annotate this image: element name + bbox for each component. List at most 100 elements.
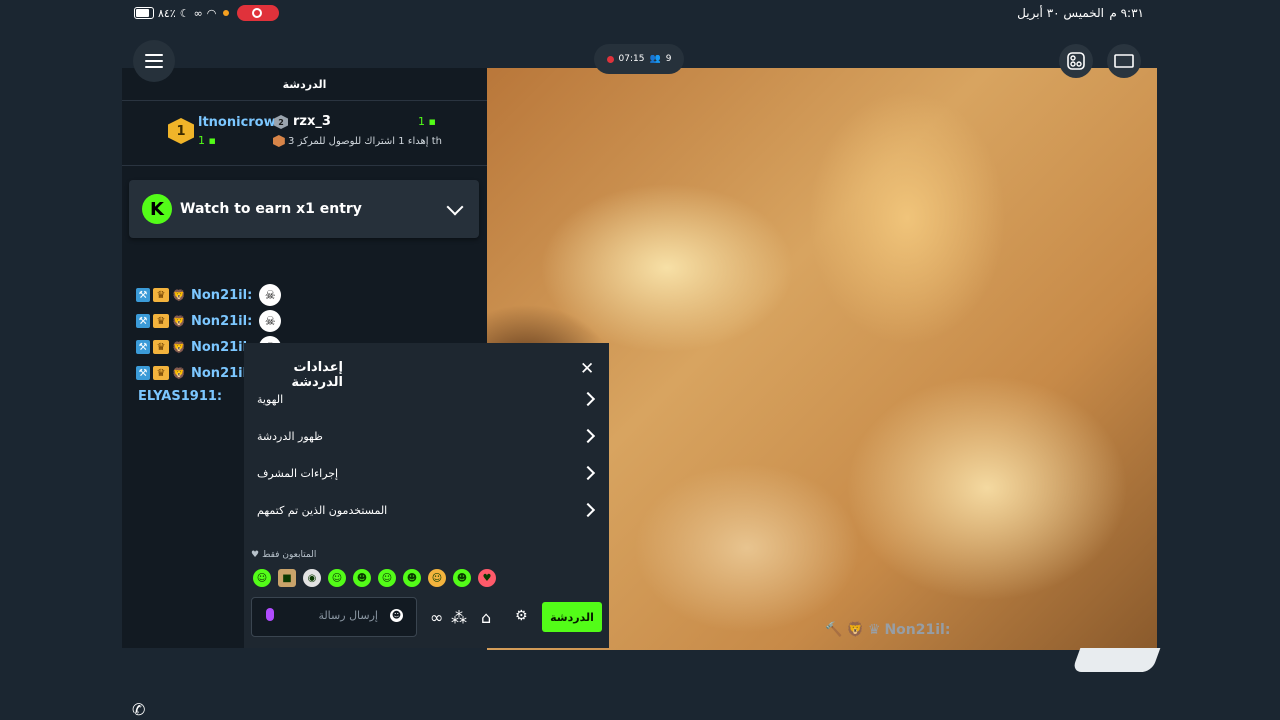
chat-message: ⚒ ♛ 🦁 Non21il: ☠ <box>136 308 476 334</box>
settings-item-muted-users[interactable]: المستخدمون الذين تم كتمهم <box>257 496 597 524</box>
sub-badge-icon: 🦁 <box>172 288 186 302</box>
leader-1-name[interactable]: ltnonicrow <box>198 115 276 130</box>
theater-mode-button[interactable] <box>1107 44 1141 78</box>
microphone-icon[interactable] <box>266 608 274 621</box>
emote-icon[interactable]: ☻ <box>403 569 421 587</box>
emote-icon[interactable]: ♥ <box>478 569 496 587</box>
mod-badge-icon: ⚒ <box>136 314 150 328</box>
settings-item-label: المستخدمون الذين تم كتمهم <box>257 503 388 517</box>
chevron-down-icon[interactable] <box>446 198 464 215</box>
recording-time: 07:15 <box>618 54 645 64</box>
emote-icon[interactable]: ☺ <box>328 569 346 587</box>
emoji-icon[interactable]: ☻ <box>390 609 403 622</box>
emote-icon[interactable]: ◉ <box>303 569 321 587</box>
crown-badge-icon: ♛ <box>153 366 169 380</box>
mod-badge-icon: ⚒ <box>136 366 150 380</box>
chevron-right-icon <box>580 502 596 518</box>
send-chat-button[interactable]: الدردشة <box>542 602 602 632</box>
sub-badge-icon: 🦁 <box>172 366 186 380</box>
emote-icon[interactable]: ☺ <box>378 569 396 587</box>
menu-button[interactable] <box>133 40 175 82</box>
emote-icon[interactable]: ☻ <box>453 569 471 587</box>
emote-icon[interactable]: ☺ <box>428 569 446 587</box>
close-icon[interactable]: ✕ <box>580 359 594 379</box>
viewer-count: 9 <box>665 54 672 64</box>
chat-overlay: 🔨 🦁 ♛ Non21il: <box>825 622 950 638</box>
crown-badge-icon: ♛ <box>153 288 169 302</box>
battery-icon <box>134 7 154 19</box>
privacy-dot-icon <box>223 10 230 16</box>
settings-item-chat-visibility[interactable]: ظهور الدردشة <box>257 422 597 450</box>
mod-badge-icon: 🔨 <box>825 622 843 638</box>
emote-icon[interactable]: ☻ <box>353 569 371 587</box>
rank-2-badge: 2 <box>274 115 288 129</box>
earn-banner[interactable]: K Watch to earn x1 entry <box>129 180 479 238</box>
crown-badge-icon: ♛ <box>153 314 169 328</box>
chat-settings-panel: إعدادات الدردشة ✕ الهوية ظهور الدردشة إج… <box>244 343 609 648</box>
predictions-icon[interactable]: ⁂ <box>451 608 467 627</box>
hamburger-icon <box>145 54 163 56</box>
recording-indicator: 07:15 👥 9 <box>594 44 684 74</box>
chat-username[interactable]: Non21il: <box>191 288 252 303</box>
leader-2-count: 1 ▪ <box>418 115 436 128</box>
emote-icon[interactable]: ☺ <box>253 569 271 587</box>
chat-username[interactable]: ELYAS1911: <box>138 389 222 404</box>
screen-record-icon[interactable] <box>237 5 280 21</box>
gift-prompt[interactable]: th إهداء 1 اشتراك للوصول للمركز 3 <box>272 135 442 147</box>
leader-2-name[interactable]: rzx_3 <box>293 114 331 129</box>
emote-icon[interactable]: ■ <box>278 569 296 587</box>
battery-level: ٨٤٪ <box>158 6 176 20</box>
sub-badge-icon: 🦁 <box>172 314 186 328</box>
gift-icon: ▪ <box>428 115 436 128</box>
skull-emote-icon: ☠ <box>259 310 282 332</box>
mod-badge-icon: ⚒ <box>136 340 150 354</box>
settings-item-label: ظهور الدردشة <box>257 429 323 443</box>
wifi-icon: ◠ <box>206 6 217 20</box>
settings-item-mod-actions[interactable]: إجراءات المشرف <box>257 459 597 487</box>
gamepad-button[interactable] <box>1059 44 1093 78</box>
floating-card[interactable] <box>1071 648 1161 672</box>
mod-badge-icon: ⚒ <box>136 288 150 302</box>
infinity-icon[interactable]: ∞ <box>430 608 443 627</box>
chat-header: الدردشة <box>122 68 487 101</box>
controller-icon <box>1067 52 1085 70</box>
settings-gear-icon[interactable]: ⚙ <box>515 608 528 624</box>
rank-1-badge: 1 <box>168 118 194 144</box>
chat-message: ⚒ ♛ 🦁 Non21il: ☠ <box>136 282 476 308</box>
store-icon[interactable]: ⌂ <box>481 608 491 627</box>
heart-icon: ♥ <box>251 550 260 560</box>
followers-only-label: ♥ المتابعون فقط <box>251 550 317 560</box>
status-time: ٩:٣١ م <box>1109 6 1144 20</box>
leader-1-count: 1 ▪ <box>198 134 216 147</box>
gift-icon: ▪ <box>208 134 216 147</box>
crown-badge-icon: ♛ <box>153 340 169 354</box>
sub-badge-icon: 🦁 <box>846 622 864 638</box>
phone-icon[interactable]: ✆ <box>132 700 145 719</box>
settings-item-label: الهوية <box>257 392 284 406</box>
message-composer: ☻ <box>251 597 417 637</box>
status-date: الخميس ٣٠ أبريل <box>1017 6 1104 20</box>
emote-bar: ☺ ■ ◉ ☺ ☻ ☺ ☻ ☺ ☻ ♥ <box>253 569 496 587</box>
link-icon: ∞ <box>193 6 203 20</box>
message-input[interactable] <box>292 608 380 623</box>
settings-item-label: إجراءات المشرف <box>257 466 339 480</box>
chat-panel: الدردشة 1 ltnonicrow 1 ▪ 2 rzx_3 1 ▪ th … <box>122 68 609 648</box>
gift-leaderboard: 1 ltnonicrow 1 ▪ 2 rzx_3 1 ▪ th إهداء 1 … <box>122 101 487 199</box>
rectangle-icon <box>1114 54 1134 68</box>
chat-username[interactable]: Non21il: <box>191 314 252 329</box>
settings-item-identity[interactable]: الهوية <box>257 385 597 413</box>
chevron-right-icon <box>580 465 596 481</box>
crown-badge-icon: ♛ <box>867 622 881 638</box>
moon-icon: ☾ <box>179 6 190 20</box>
rank-3-badge <box>272 135 285 147</box>
chevron-right-icon <box>580 391 596 407</box>
earn-banner-text: Watch to earn x1 entry <box>180 201 362 217</box>
overlay-username: Non21il: <box>884 622 951 638</box>
record-dot-icon <box>606 55 614 63</box>
chevron-right-icon <box>580 428 596 444</box>
skull-emote-icon: ☠ <box>259 284 282 306</box>
status-bar: ٨٤٪ ☾ ∞ ◠ الخميس ٣٠ أبريل ٩:٣١ م <box>0 0 1280 30</box>
kick-logo-icon: K <box>142 194 172 224</box>
viewers-icon: 👥 <box>649 54 661 64</box>
sub-badge-icon: 🦁 <box>172 340 186 354</box>
